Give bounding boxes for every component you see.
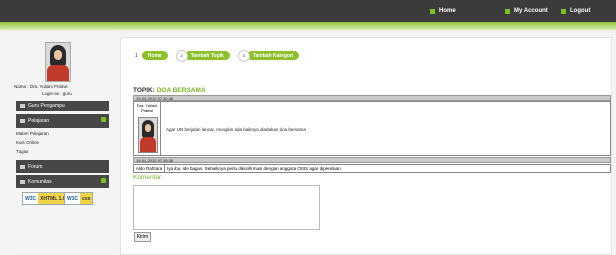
crumb-tambah-topik[interactable]: Tambah Topik [184,51,230,60]
post-1-author-name: Dra. Yuliani Pratiwi [136,103,158,113]
nav-my-account[interactable]: My Account [505,0,548,22]
breadcrumb: 1 Home 2 Tambah Topik 3 Tambah Kategori [135,49,300,62]
step-2: 2 [175,49,188,62]
collapse-icon[interactable] [101,178,106,183]
step-3: 3 [237,49,250,62]
user-name: Nama : Dra. Yuliani Pratiwi [14,84,68,89]
submenu-kuis[interactable]: Kuis Online [16,140,39,145]
menu-forum-label: Forum [28,163,43,170]
post-1-message: Agar UN berjalan lancar, mungkin ada bai… [166,127,306,132]
user-role: Login as : guru [42,91,72,96]
nav-logout-label: Logout [570,8,591,14]
header-strip [0,22,616,31]
w3c-css-label: css [80,193,93,204]
post-2-timestamp: 19-04-2012 07:39:36 [133,157,611,163]
crumb-home[interactable]: Home [141,51,168,60]
w3c-css-w3c: W3C [67,195,79,202]
post-1-author: Dra. Yuliani Pratiwi [134,102,161,155]
collapse-icon[interactable] [101,117,106,122]
account-icon [505,8,510,14]
w3c-xhtml-badge[interactable]: W3C XHTML 1.0 [22,192,69,205]
book-icon [20,119,25,123]
w3c-xhtml-w3c: W3C [25,195,37,202]
menu-komunitas-label: Komunitas [28,178,52,185]
menu-komunitas[interactable]: Komunitas [16,175,109,188]
chat-icon [20,164,25,169]
menu-forum[interactable]: Forum [16,160,109,173]
users-icon [20,104,25,108]
komentar-input[interactable] [133,185,320,230]
menu-pelajaran-label: Pelajaran [28,118,50,124]
kirim-button[interactable]: Kirim [134,232,151,242]
nav-my-account-label: My Account [514,8,548,14]
topic-prefix: TOPIK: [133,87,155,94]
post-1: Dra. Yuliani Pratiwi Agar UN berjalan la… [133,101,611,156]
community-icon [20,179,25,184]
nav-logout[interactable]: Logout [561,0,590,22]
home-icon [430,8,435,14]
post-2-author-name: Aldo Rahtara [134,165,165,172]
user-photo [45,42,71,82]
w3c-css-badge[interactable]: W3C css [64,192,94,205]
topic-title: TOPIK: DOA BERSAMA [133,87,206,94]
post-2: Aldo Rahtara Iya ibu, ide bagus. Sebaikn… [133,164,611,173]
logout-icon [561,8,566,14]
nav-home-label: Home [439,8,456,14]
submenu-materi[interactable]: Materi Pelajaran [16,131,49,136]
menu-pelajaran[interactable]: Pelajaran [16,114,109,128]
crumb-tambah-kategori[interactable]: Tambah Kategori [246,51,300,60]
step-1: 1 [135,52,138,59]
menu-guru-pengampu[interactable]: Guru Pengampu [16,101,109,111]
post-1-avatar [138,117,158,153]
komentar-label: Komentar: [133,174,163,181]
topic-name: DOA BERSAMA [156,87,206,94]
submenu-tugas[interactable]: Tugas [16,149,28,154]
menu-guru-pengampu-label: Guru Pengampu [28,103,65,109]
post-2-message: Iya ibu, ide bagus. Sebaiknya perlu diko… [167,166,342,171]
nav-home[interactable]: Home [430,0,456,22]
